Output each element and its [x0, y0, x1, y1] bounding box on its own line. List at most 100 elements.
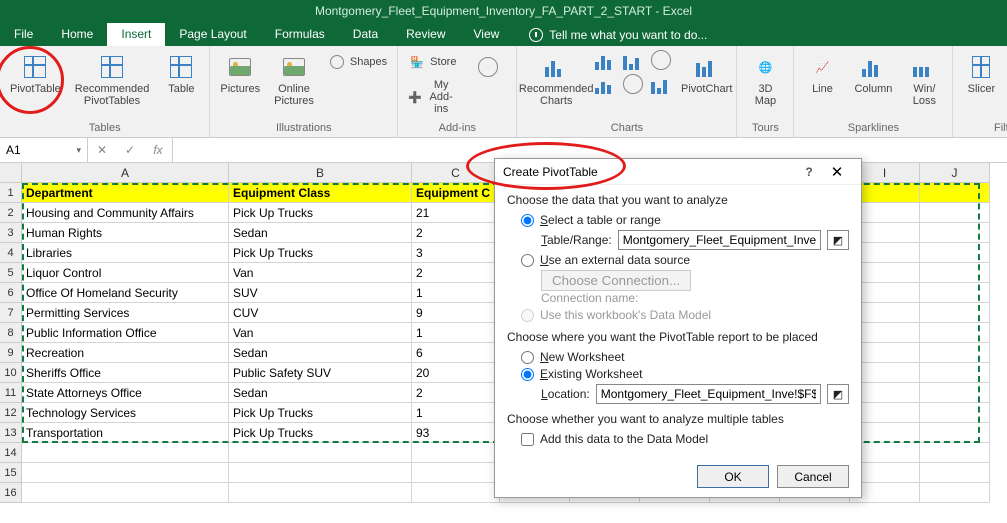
- radio-newws-input[interactable]: [521, 351, 534, 364]
- cell[interactable]: [920, 243, 990, 263]
- dialog-help-icon[interactable]: ?: [797, 165, 821, 179]
- radio-existws-input[interactable]: [521, 368, 534, 381]
- col-header-b[interactable]: B: [229, 163, 412, 183]
- btn-spark-line[interactable]: 📈Line: [800, 50, 844, 98]
- cell[interactable]: CUV: [229, 303, 412, 323]
- location-range-picker-icon[interactable]: ◩: [827, 384, 849, 404]
- btn-bing[interactable]: [466, 50, 510, 84]
- location-input[interactable]: [596, 384, 821, 404]
- namebox-dropdown-icon[interactable]: ▾: [76, 145, 81, 156]
- tab-home[interactable]: Home: [47, 23, 107, 46]
- cell[interactable]: Pick Up Trucks: [229, 423, 412, 443]
- cell[interactable]: Office Of Homeland Security: [22, 283, 229, 303]
- cell[interactable]: [920, 283, 990, 303]
- btn-3dmap[interactable]: 🌐 3D Map: [743, 50, 787, 110]
- cell[interactable]: 2: [412, 383, 500, 403]
- cell[interactable]: [412, 483, 500, 503]
- cell[interactable]: Pick Up Trucks: [229, 403, 412, 423]
- row-header[interactable]: 4: [0, 243, 22, 263]
- cell[interactable]: Van: [229, 263, 412, 283]
- btn-pictures[interactable]: Pictures: [216, 50, 264, 98]
- row-header[interactable]: 2: [0, 203, 22, 223]
- row-header[interactable]: 9: [0, 343, 22, 363]
- row-header[interactable]: 15: [0, 463, 22, 483]
- cell[interactable]: [920, 303, 990, 323]
- row-header[interactable]: 6: [0, 283, 22, 303]
- radio-select-range[interactable]: Select a table or range: [521, 213, 849, 227]
- cell[interactable]: [412, 463, 500, 483]
- col-header-j[interactable]: J: [920, 163, 990, 183]
- chk-add-datamodel[interactable]: Add this data to the Data Model: [521, 432, 849, 446]
- cell[interactable]: Van: [229, 323, 412, 343]
- row-header[interactable]: 5: [0, 263, 22, 283]
- cell[interactable]: 21: [412, 203, 500, 223]
- cell[interactable]: 3: [412, 243, 500, 263]
- cell[interactable]: [920, 403, 990, 423]
- cell[interactable]: [920, 383, 990, 403]
- btn-my-addins[interactable]: ➕ My Add-ins: [404, 76, 460, 118]
- tab-formulas[interactable]: Formulas: [261, 23, 339, 46]
- cell[interactable]: 9: [412, 303, 500, 323]
- cell[interactable]: Recreation: [22, 343, 229, 363]
- cell[interactable]: [229, 483, 412, 503]
- cell[interactable]: Equipment Class: [229, 183, 412, 203]
- cell[interactable]: Equipment C: [412, 183, 500, 203]
- col-header-c[interactable]: C: [412, 163, 500, 183]
- cell[interactable]: Transportation: [22, 423, 229, 443]
- radio-existing-worksheet[interactable]: Existing Worksheet: [521, 367, 849, 381]
- cell[interactable]: Liquor Control: [22, 263, 229, 283]
- cell[interactable]: [920, 463, 990, 483]
- row-header[interactable]: 12: [0, 403, 22, 423]
- row-header[interactable]: 3: [0, 223, 22, 243]
- cell[interactable]: Sedan: [229, 383, 412, 403]
- cell[interactable]: [920, 323, 990, 343]
- cell[interactable]: [920, 443, 990, 463]
- cell[interactable]: 20: [412, 363, 500, 383]
- cell[interactable]: Human Rights: [22, 223, 229, 243]
- select-all-corner[interactable]: [0, 163, 22, 183]
- cell[interactable]: Technology Services: [22, 403, 229, 423]
- cell[interactable]: [920, 423, 990, 443]
- chart-type-gallery[interactable]: [595, 50, 677, 96]
- btn-pivottable[interactable]: PivotTable: [6, 50, 65, 98]
- btn-spark-column[interactable]: Column: [850, 50, 896, 98]
- row-header[interactable]: 10: [0, 363, 22, 383]
- cell[interactable]: [920, 203, 990, 223]
- cell[interactable]: 1: [412, 403, 500, 423]
- cell[interactable]: [412, 443, 500, 463]
- cell[interactable]: Sedan: [229, 343, 412, 363]
- cell[interactable]: [920, 183, 990, 203]
- cell[interactable]: SUV: [229, 283, 412, 303]
- cell[interactable]: [920, 483, 990, 503]
- row-header[interactable]: 16: [0, 483, 22, 503]
- cell[interactable]: 2: [412, 223, 500, 243]
- btn-store[interactable]: 🏪 Store: [404, 50, 460, 74]
- btn-recommended-charts[interactable]: Recommended Charts: [523, 50, 588, 110]
- cell[interactable]: Public Safety SUV: [229, 363, 412, 383]
- enter-formula-icon[interactable]: ✓: [116, 143, 144, 157]
- radio-new-worksheet[interactable]: New Worksheet: [521, 350, 849, 364]
- cancel-button[interactable]: Cancel: [777, 465, 849, 488]
- cell[interactable]: Libraries: [22, 243, 229, 263]
- btn-recommended-pivottables[interactable]: Recommended PivotTables: [71, 50, 154, 110]
- fx-icon[interactable]: fx: [144, 143, 172, 157]
- ok-button[interactable]: OK: [697, 465, 769, 488]
- dialog-close-icon[interactable]: ✕: [821, 163, 853, 181]
- cell[interactable]: [920, 223, 990, 243]
- cell[interactable]: 93: [412, 423, 500, 443]
- cell[interactable]: Permitting Services: [22, 303, 229, 323]
- cell[interactable]: Sheriffs Office: [22, 363, 229, 383]
- radio-external-input[interactable]: [521, 254, 534, 267]
- tab-file[interactable]: File: [0, 23, 47, 46]
- col-header-a[interactable]: A: [22, 163, 229, 183]
- row-header[interactable]: 11: [0, 383, 22, 403]
- cell[interactable]: Pick Up Trucks: [229, 243, 412, 263]
- cell[interactable]: [22, 443, 229, 463]
- cell[interactable]: 1: [412, 323, 500, 343]
- cell[interactable]: 6: [412, 343, 500, 363]
- cell[interactable]: 2: [412, 263, 500, 283]
- name-box[interactable]: A1 ▾: [0, 138, 88, 162]
- radio-external[interactable]: Use an external data source: [521, 253, 849, 267]
- cell[interactable]: [229, 463, 412, 483]
- cell[interactable]: 1: [412, 283, 500, 303]
